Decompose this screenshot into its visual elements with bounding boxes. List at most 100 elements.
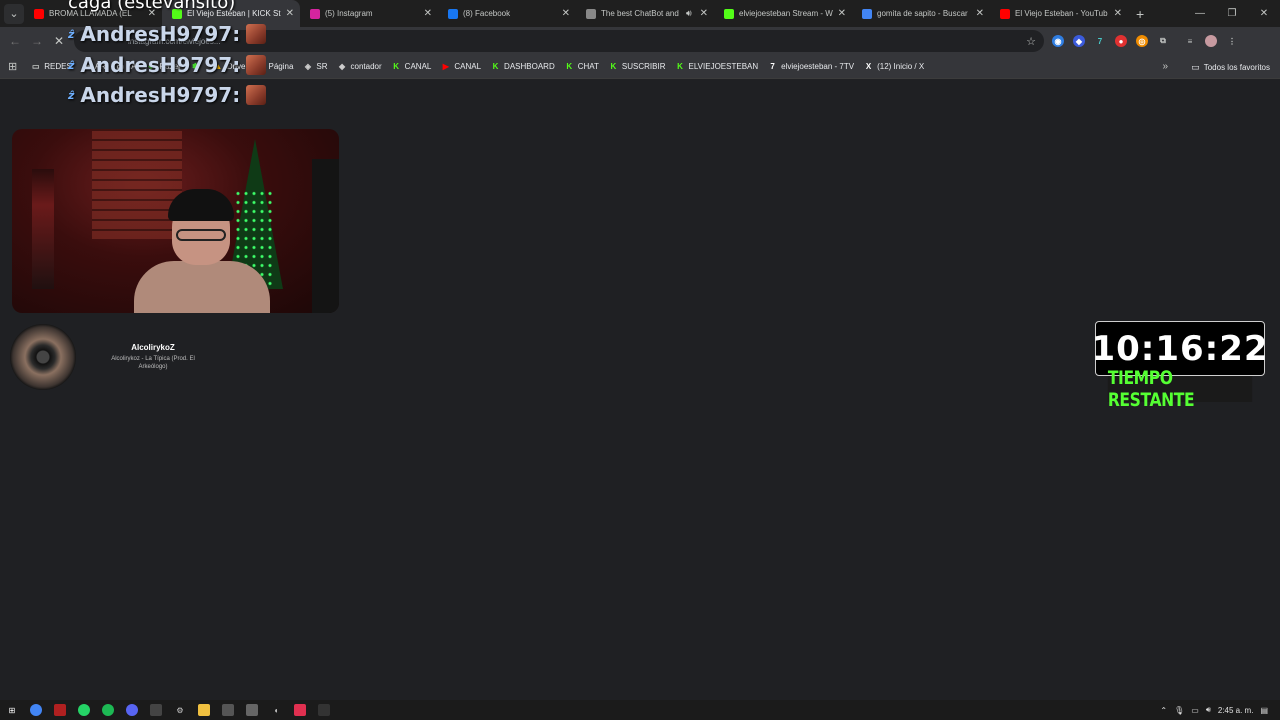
spotify-icon[interactable] [102, 704, 114, 716]
tab-close-icon[interactable]: ✕ [286, 8, 294, 19]
tab-favicon-icon [724, 8, 734, 19]
tab-close-icon[interactable]: ✕ [562, 8, 570, 19]
sr-icon: ◈ [304, 62, 311, 71]
browser-tab[interactable]: (8) Facebook ✕ [438, 0, 576, 27]
bookmark-item[interactable]: K DASHBOARD [491, 62, 555, 71]
volume-icon[interactable]: 🔊︎ [1206, 705, 1211, 715]
kick-icon: K [492, 62, 499, 71]
clock[interactable]: 2:45 a. m. [1218, 706, 1254, 715]
bookmark-item[interactable]: ▶ CANAL [441, 62, 481, 71]
browser-tab[interactable]: gomita de sapito - Buscar ✕ [852, 0, 990, 27]
youtube-icon: ▶ [442, 62, 449, 71]
streamer-beanie [168, 189, 234, 221]
now-playing-artist: AlcolirykoZ [131, 343, 175, 353]
network-icon[interactable]: ▭ [1191, 706, 1199, 715]
7tv-extension-icon[interactable]: 7 [1094, 35, 1106, 47]
chat-username: AndresH9797 [80, 22, 233, 46]
all-bookmarks-label: Todos los favoritos [1203, 62, 1270, 72]
folder-icon: ▭ [31, 62, 40, 71]
forward-button[interactable]: → [26, 34, 48, 48]
close-window-button[interactable]: ✕ [1248, 0, 1280, 27]
app-icon[interactable]: ◖ [270, 704, 282, 716]
kick-icon: K [677, 62, 683, 71]
file-explorer-icon[interactable] [198, 704, 210, 716]
new-tab-button[interactable]: + [1136, 6, 1144, 22]
chat-separator: : [232, 22, 241, 46]
media-control-icon[interactable]: ≡ [1184, 35, 1196, 47]
chat-message: ẑ AndresH9797: [68, 22, 267, 46]
bookmark-label: Página [268, 62, 294, 71]
tab-audio-icon[interactable]: 🔊︎ [686, 8, 692, 19]
bookmark-item[interactable]: ▭ REDES [31, 62, 72, 71]
bookmark-item[interactable]: ◆ contador [338, 62, 382, 71]
chevron-up-icon[interactable]: ⌃ [1160, 706, 1167, 715]
kick-icon: K [393, 62, 400, 71]
stream-canvas: caga (estevansito) ẑ AndresH9797: ẑ AndresH… [0, 0, 1280, 700]
maximize-button[interactable]: ❐ [1216, 0, 1248, 27]
extension-icon[interactable]: ◆ [1073, 35, 1085, 47]
notification-icon[interactable]: ▤ [1260, 706, 1268, 715]
browser-tab[interactable]: elviejoesteban Stream - W ✕ [714, 0, 852, 27]
tab-close-icon[interactable]: ✕ [1114, 8, 1122, 19]
extension-icon[interactable]: ● [1115, 35, 1127, 47]
kick-icon: K [566, 62, 573, 71]
profile-avatar[interactable] [1205, 35, 1217, 47]
chrome-icon[interactable] [30, 704, 42, 716]
app-icon[interactable] [150, 704, 162, 716]
browser-tab[interactable]: The best ChatBot and 🔊︎ ✕ [576, 0, 714, 27]
tab-search-button[interactable]: ⌄ [4, 3, 24, 24]
browser-tab[interactable]: El Viejo Esteban - YouTub ✕ [990, 0, 1128, 27]
tab-close-icon[interactable]: ✕ [700, 8, 708, 19]
bookmark-item[interactable]: X (12) Inicio / X [864, 62, 924, 71]
tab-title: gomita de sapito - Buscar [877, 9, 968, 18]
minimize-button[interactable]: — [1184, 0, 1216, 27]
tab-close-icon[interactable]: ✕ [838, 8, 846, 19]
bookmark-label: SUSCRIBIR [621, 62, 666, 71]
app-icon[interactable] [246, 704, 258, 716]
chat-top-message: caga (estevansito) [68, 0, 236, 13]
tab-close-icon[interactable]: ✕ [976, 8, 984, 19]
discord-icon[interactable] [126, 704, 138, 716]
bookmark-star-icon[interactable]: ☆ [1026, 35, 1036, 48]
chat-badge-icon: ẑ [68, 88, 75, 102]
gaming-chair [312, 159, 339, 313]
menu-icon[interactable]: ⋮ [1226, 35, 1238, 47]
windows-start-icon[interactable]: ⊞ [6, 704, 18, 716]
tab-favicon-icon [862, 8, 872, 19]
tab-title: The best ChatBot and [601, 9, 679, 18]
chat-message: ẑ AndresH9797: [68, 83, 267, 107]
tab-title: (5) Instagram [325, 9, 373, 18]
app-icon[interactable] [294, 704, 306, 716]
nutcracker-figure [32, 169, 54, 289]
all-bookmarks-folder[interactable]: ▭ Todos los favoritos [1191, 55, 1270, 79]
chat-separator: : [232, 83, 241, 107]
app-icon[interactable] [54, 704, 66, 716]
tab-favicon-icon [586, 8, 596, 19]
extension-icon[interactable]: ◎ [1136, 35, 1148, 47]
bookmark-label: contador [350, 62, 382, 71]
bookmark-item[interactable]: K SUSCRIBIR [609, 62, 666, 71]
bookmark-item[interactable]: ◈ SR [303, 62, 328, 71]
more-bookmarks-icon[interactable]: » [1162, 55, 1168, 79]
app-icon[interactable] [318, 704, 330, 716]
app-icon[interactable] [222, 704, 234, 716]
bookmark-item[interactable]: K CANAL [392, 62, 431, 71]
tab-close-icon[interactable]: ✕ [424, 8, 432, 19]
whatsapp-icon[interactable] [78, 704, 90, 716]
streamer-glasses [176, 229, 226, 241]
extension-icon[interactable]: ◉ [1052, 35, 1064, 47]
chat-emote-icon [246, 85, 267, 105]
bookmark-item[interactable]: 7 elviejoesteban - 7TV [768, 62, 854, 71]
puzzle-icon[interactable]: ⧉ [1157, 35, 1169, 47]
microphone-icon[interactable]: 🎙︎ [1174, 706, 1184, 715]
browser-tab[interactable]: (5) Instagram ✕ [300, 0, 438, 27]
bookmark-item[interactable]: K CHAT [565, 62, 599, 71]
stop-loading-button[interactable]: ✕ [48, 34, 70, 48]
chat-emote-icon [246, 24, 267, 44]
apps-grid-icon[interactable]: ⊞ [8, 60, 17, 73]
chat-username: AndresH9797 [80, 83, 233, 107]
gear-icon[interactable]: ⚙ [174, 704, 186, 716]
window-controls: — ❐ ✕ [1184, 0, 1280, 27]
bookmark-item[interactable]: K ELVIEJOESTEBAN [675, 62, 758, 71]
back-button[interactable]: ← [4, 34, 26, 48]
